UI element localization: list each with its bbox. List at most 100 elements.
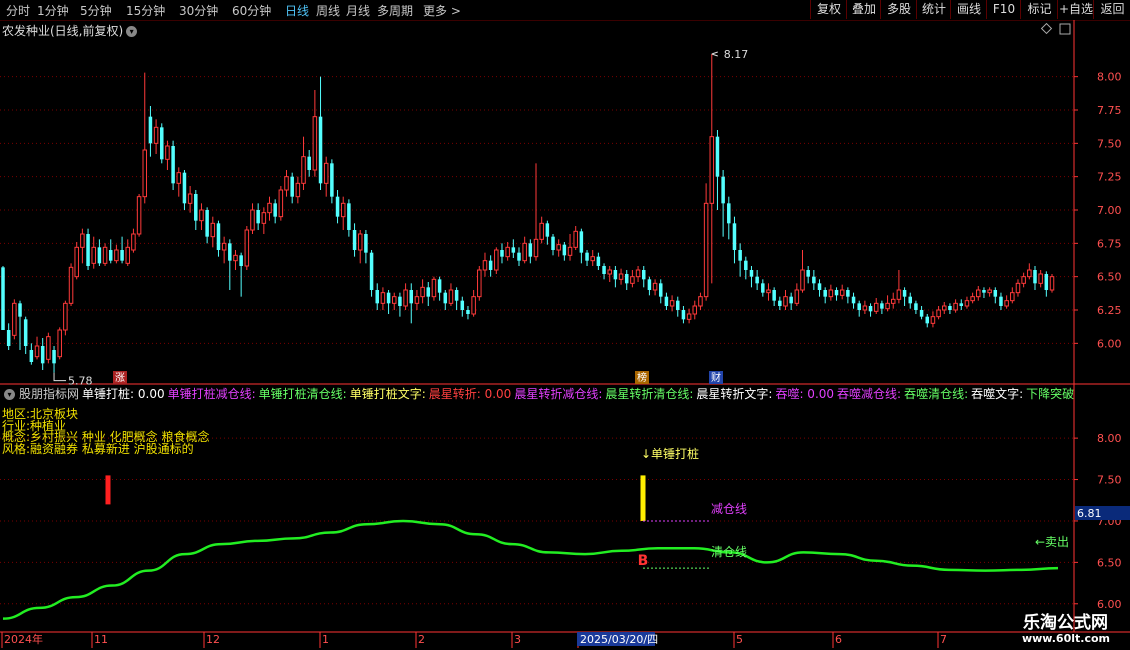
candle-112	[635, 266, 641, 282]
period-tab-1[interactable]: 1分钟	[37, 2, 69, 19]
candle-52	[295, 176, 301, 204]
candle-185	[1049, 274, 1055, 293]
indicator-menu-icon[interactable]: ▾	[4, 389, 15, 400]
main-tick-label-0: 6.00	[1097, 337, 1122, 350]
candle-body-16	[91, 246, 96, 264]
candle-82	[466, 306, 470, 320]
candle-body-73	[414, 296, 420, 304]
period-tab-7[interactable]: 周线	[316, 2, 340, 19]
candle-body-55	[312, 116, 318, 171]
candle-body-83	[471, 296, 476, 315]
candle-body-14	[80, 233, 85, 248]
candle-16	[91, 236, 96, 269]
candle-97	[551, 234, 555, 256]
event-marker-2: 财	[711, 371, 721, 384]
indicator-label-13: 下降突破	[1026, 387, 1075, 401]
candle-166	[942, 302, 947, 314]
candle-body-34	[194, 194, 198, 221]
candle-body-183	[1038, 273, 1043, 284]
candle-22	[125, 239, 131, 266]
sub-tick-label-4: 8.00	[1097, 432, 1122, 445]
main-tick-label-4: 7.00	[1097, 204, 1122, 217]
chevron-down-icon[interactable]: ▾	[126, 26, 138, 37]
period-tab-6[interactable]: 日线	[285, 2, 309, 19]
candle-124	[703, 183, 709, 301]
period-tab-2[interactable]: 5分钟	[80, 2, 112, 19]
candle-20	[114, 244, 119, 264]
candle-41	[233, 250, 238, 270]
candle-body-163	[925, 316, 930, 324]
candle-body-43	[244, 229, 250, 267]
toolbar-button-3[interactable]: 统计	[916, 0, 951, 19]
candle-body-155	[880, 303, 884, 309]
period-tab-4[interactable]: 30分钟	[179, 2, 218, 19]
annotation-1: 减仓线	[711, 502, 747, 516]
period-tab-0[interactable]: 分时	[6, 2, 30, 19]
main-tick-label-8: 8.00	[1097, 71, 1122, 84]
candle-26	[148, 106, 153, 157]
candle-body-177	[1004, 300, 1009, 307]
candle-body-45	[256, 210, 260, 224]
candle-111	[630, 270, 635, 288]
candle-body-41	[233, 254, 238, 262]
candle-body-97	[551, 236, 555, 250]
candle-46	[261, 207, 267, 234]
candle-body-53	[301, 156, 306, 184]
candle-167	[948, 303, 952, 314]
candle-17	[97, 239, 102, 266]
signal-bar-0	[105, 475, 111, 505]
candle-83	[471, 290, 476, 317]
candle-body-184	[1044, 274, 1049, 290]
toolbar-button-4[interactable]: 画线	[950, 0, 987, 19]
candle-131	[744, 256, 748, 280]
candle-31	[176, 167, 182, 197]
toolbar-button-1[interactable]: 叠加	[846, 0, 881, 19]
candle-body-95	[539, 222, 544, 240]
period-tab-3[interactable]: 15分钟	[126, 2, 165, 19]
candle-body-138	[783, 296, 788, 307]
toolbar-button-7[interactable]: +自选	[1057, 0, 1094, 19]
candle-body-156	[885, 302, 890, 310]
chart-svg: 6.00 6.25 6.50 6.75 7.00 7.25 7.50 7.75 8.00 8.17…	[0, 20, 1130, 648]
candle-87	[494, 247, 499, 274]
candle-body-150	[851, 296, 856, 304]
candle-body-115	[652, 282, 658, 291]
candle-178	[1010, 287, 1015, 304]
candle-102	[579, 228, 584, 264]
sub-tick-label-3: 7.50	[1097, 474, 1122, 487]
toolbar-button-2[interactable]: 多股	[880, 0, 917, 19]
candle-body-173	[982, 290, 986, 293]
candle-body-69	[391, 296, 397, 304]
candle-body-18	[102, 246, 108, 264]
candle-88	[500, 243, 504, 264]
candle-25	[142, 72, 148, 204]
event-marker-bg-0	[113, 371, 127, 384]
candle-35	[199, 203, 204, 230]
candle-91	[517, 247, 521, 266]
candle-49	[278, 186, 284, 221]
x-label-6: 2025/03/20/四	[580, 633, 658, 646]
toolbar-button-0[interactable]: 复权	[810, 0, 847, 19]
toolbar-button-6[interactable]: 标记	[1020, 0, 1058, 19]
candle-151	[857, 300, 861, 317]
candle-107	[607, 266, 612, 282]
candle-30	[171, 140, 175, 190]
period-tab-9[interactable]: 多周期	[377, 2, 413, 19]
candle-1	[6, 323, 11, 350]
candle-129	[732, 216, 737, 264]
candle-140	[794, 283, 800, 306]
candle-body-44	[250, 209, 255, 231]
candle-body-58	[330, 163, 334, 197]
candle-body-125	[709, 136, 715, 204]
candle-body-174	[987, 289, 992, 294]
candle-body-28	[160, 127, 164, 160]
candle-body-70	[398, 296, 402, 306]
candle-181	[1027, 263, 1032, 280]
period-tab-5[interactable]: 60分钟	[232, 2, 271, 19]
candle-body-60	[340, 202, 346, 218]
toolbar-button-5[interactable]: F10	[986, 0, 1021, 19]
period-tab-10[interactable]: 更多 >	[423, 2, 461, 19]
candle-body-78	[443, 292, 448, 304]
period-tab-8[interactable]: 月线	[346, 2, 370, 19]
toolbar-button-8[interactable]: 返回	[1093, 0, 1130, 19]
